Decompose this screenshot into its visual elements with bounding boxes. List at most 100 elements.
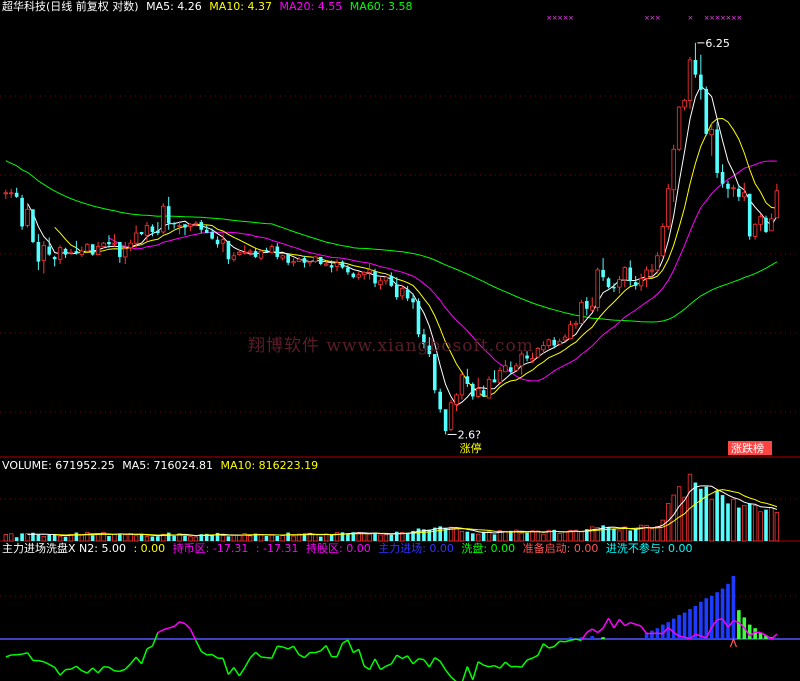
indicator-line-segment [140, 648, 148, 665]
volume-bar [14, 537, 19, 541]
candle-body [514, 365, 519, 371]
volume-bar [47, 534, 52, 541]
candlestick [269, 244, 275, 254]
volume-bar [459, 530, 465, 542]
candle-body [269, 246, 275, 253]
candle-body [57, 247, 63, 260]
indicator-line-segment [163, 627, 169, 631]
volume-bar [704, 486, 709, 541]
candle-body [144, 224, 150, 236]
candlestick [123, 241, 128, 264]
main-entry-bar [699, 601, 703, 639]
indicator-line-segment [179, 621, 186, 625]
indicator-line-segment [315, 650, 321, 654]
candlestick [628, 260, 633, 286]
candle-body [79, 250, 85, 255]
candlestick [41, 240, 47, 274]
candle-body [90, 244, 95, 255]
indicator-line-segment [124, 663, 132, 670]
candle-body [752, 223, 758, 237]
indicator-line-segment [173, 621, 181, 628]
volume-bar [247, 535, 253, 542]
candle-body [546, 339, 551, 346]
indicator-line-segment [5, 654, 12, 658]
volume-bar [633, 529, 638, 541]
volume-bar [41, 535, 47, 542]
candlestick [769, 213, 774, 232]
main-entry-bar [726, 583, 730, 639]
candle-body [133, 232, 139, 244]
candlestick [638, 273, 644, 291]
indicator-line-segment [130, 656, 137, 665]
indicator-line-segment [434, 656, 441, 662]
candlestick [74, 240, 79, 255]
indicator-line-segment [168, 625, 175, 629]
price-title: 超华科技(日线 前复权 对数) [2, 0, 139, 13]
candlestick [52, 255, 57, 267]
volume-bar [612, 528, 616, 541]
candlestick [378, 277, 383, 290]
candle-body [275, 246, 280, 257]
indicator-line-segment [54, 666, 61, 676]
candle-body [20, 197, 24, 227]
candle-body [720, 171, 725, 184]
volume-bar [220, 535, 226, 542]
volume-bar [378, 534, 383, 542]
candle-body [3, 192, 8, 195]
candle-body [63, 248, 68, 255]
indicator-line-segment [564, 639, 571, 643]
candle-body [432, 354, 437, 391]
candle-body [118, 241, 122, 257]
candle-body [622, 267, 628, 281]
candle-body [676, 106, 682, 150]
legend-ind-no-part: 进洗不参与: 0.00 [605, 542, 693, 555]
volume-bar [264, 535, 269, 541]
volume-bar [470, 533, 475, 541]
volume-bar [346, 534, 350, 541]
indicator-line-segment [342, 639, 349, 644]
indicator-line-segment [380, 665, 387, 671]
indicator-line-segment [347, 639, 355, 653]
legend-ind-hold-stock: 持股区: 0.00 [306, 542, 371, 555]
volume-bar [112, 533, 117, 542]
candlestick [286, 253, 290, 266]
indicator-line-segment [428, 657, 436, 668]
indicator-line-segment [222, 657, 230, 675]
volume-bar [671, 494, 676, 542]
volume-bar [465, 531, 470, 541]
candlestick [622, 266, 628, 288]
candle-body [302, 258, 307, 263]
high-event-tag: 涨跌榜 [731, 441, 764, 455]
indicator-line-segment [146, 645, 153, 650]
candle-body [361, 271, 367, 276]
candle-body [481, 390, 486, 397]
legend-ind-hold-cash-2: : -17.31 [255, 542, 299, 555]
candlestick [373, 268, 377, 288]
candle-body [204, 229, 209, 234]
indicator-line-segment [75, 665, 83, 672]
candle-body [492, 379, 497, 383]
candle-body [220, 239, 226, 244]
candlestick [334, 259, 340, 272]
indicator-line-segment [244, 657, 251, 669]
candlestick [199, 219, 204, 234]
indicator-line-segment [516, 665, 522, 668]
candle-body [150, 226, 155, 232]
candlestick [590, 297, 595, 312]
candle-body [351, 273, 356, 278]
candlestick [709, 123, 714, 156]
candle-body [525, 355, 529, 359]
candle-body [36, 241, 41, 262]
volume-bar [492, 534, 497, 541]
volume-bar [774, 512, 780, 542]
candle-body [323, 263, 329, 266]
candlestick [367, 263, 372, 280]
candle-body [448, 402, 454, 430]
indicator-line-segment [233, 667, 240, 677]
signal-cross: × [687, 14, 693, 22]
candle-body [172, 223, 176, 225]
indicator-line-segment [412, 658, 419, 665]
legend-ma60: MA60: 3.58 [349, 0, 413, 13]
legend-vol-ma10: MA10: 816223.19 [220, 459, 319, 472]
volume-bar [36, 534, 41, 541]
